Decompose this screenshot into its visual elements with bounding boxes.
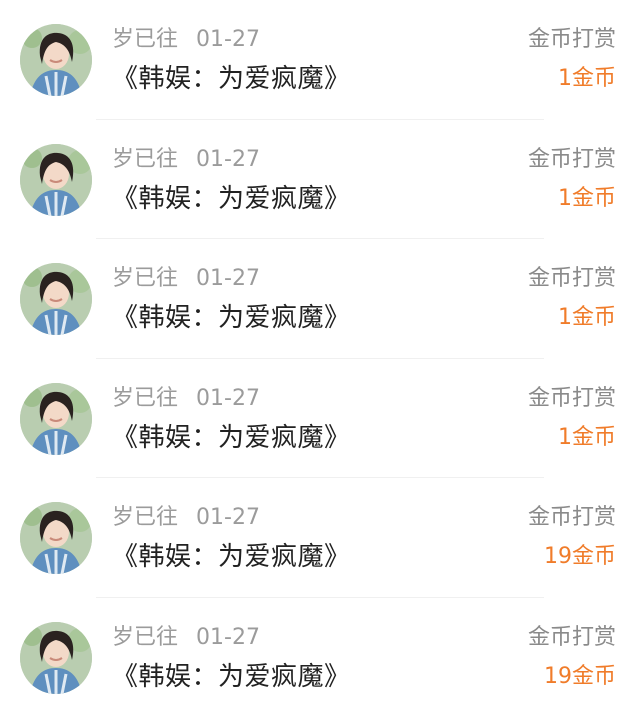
meta-line: 岁已往 01-27	[112, 624, 260, 652]
user-avatar-icon[interactable]	[20, 622, 92, 694]
book-title[interactable]: 《韩娱：为爱疯魔》	[112, 182, 351, 216]
reward-type: 金币打赏	[528, 265, 616, 293]
meta-line: 岁已往 01-27	[112, 504, 260, 532]
reward-amount: 1金币	[558, 423, 616, 453]
reward-type: 金币打赏	[528, 624, 616, 652]
meta-line: 岁已往 01-27	[112, 26, 260, 54]
meta-line: 岁已往 01-27	[112, 265, 260, 293]
list-item[interactable]: 岁已往 01-27 《韩娱：为爱疯魔》 金币打赏 1金币	[0, 359, 640, 479]
reward-amount: 19金币	[544, 542, 616, 572]
user-avatar-icon[interactable]	[20, 502, 92, 574]
user-avatar-icon[interactable]	[20, 263, 92, 335]
list-item[interactable]: 岁已往 01-27 《韩娱：为爱疯魔》 金币打赏 1金币	[0, 120, 640, 240]
meta-line: 岁已往 01-27	[112, 385, 260, 413]
list-item[interactable]: 岁已往 01-27 《韩娱：为爱疯魔》 金币打赏 19金币	[0, 598, 640, 717]
list-item[interactable]: 岁已往 01-27 《韩娱：为爱疯魔》 金币打赏 1金币	[0, 0, 640, 120]
list-item[interactable]: 岁已往 01-27 《韩娱：为爱疯魔》 金币打赏 19金币	[0, 478, 640, 598]
user-avatar-icon[interactable]	[20, 144, 92, 216]
date: 01-27	[196, 266, 260, 291]
book-title[interactable]: 《韩娱：为爱疯魔》	[112, 660, 351, 694]
reward-amount: 19金币	[544, 662, 616, 692]
username[interactable]: 岁已往	[112, 505, 178, 530]
reward-type: 金币打赏	[528, 26, 616, 54]
reward-amount: 1金币	[558, 64, 616, 94]
date: 01-27	[196, 386, 260, 411]
book-title[interactable]: 《韩娱：为爱疯魔》	[112, 540, 351, 574]
book-title[interactable]: 《韩娱：为爱疯魔》	[112, 421, 351, 455]
username[interactable]: 岁已往	[112, 386, 178, 411]
book-title[interactable]: 《韩娱：为爱疯魔》	[112, 301, 351, 335]
user-avatar-icon[interactable]	[20, 383, 92, 455]
reward-type: 金币打赏	[528, 385, 616, 413]
list-item[interactable]: 岁已往 01-27 《韩娱：为爱疯魔》 金币打赏 1金币	[0, 239, 640, 359]
date: 01-27	[196, 505, 260, 530]
date: 01-27	[196, 625, 260, 650]
user-avatar-icon[interactable]	[20, 24, 92, 96]
reward-type: 金币打赏	[528, 146, 616, 174]
date: 01-27	[196, 147, 260, 172]
username[interactable]: 岁已往	[112, 266, 178, 291]
date: 01-27	[196, 27, 260, 52]
username[interactable]: 岁已往	[112, 147, 178, 172]
reward-amount: 1金币	[558, 184, 616, 214]
reward-record-list: 岁已往 01-27 《韩娱：为爱疯魔》 金币打赏 1金币 岁已往 01-27 《韩娱…	[0, 0, 640, 712]
book-title[interactable]: 《韩娱：为爱疯魔》	[112, 62, 351, 96]
meta-line: 岁已往 01-27	[112, 146, 260, 174]
reward-type: 金币打赏	[528, 504, 616, 532]
reward-amount: 1金币	[558, 303, 616, 333]
username[interactable]: 岁已往	[112, 27, 178, 52]
username[interactable]: 岁已往	[112, 625, 178, 650]
